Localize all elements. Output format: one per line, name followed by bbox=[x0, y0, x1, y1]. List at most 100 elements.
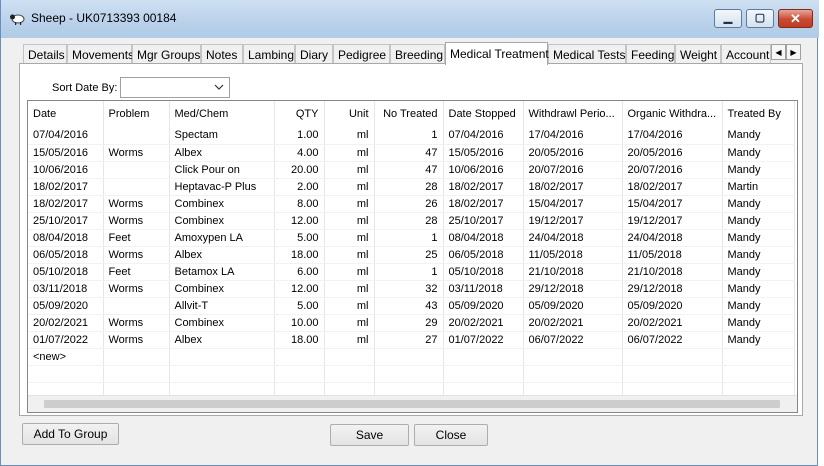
cell-problem[interactable]: Worms bbox=[103, 331, 170, 349]
cell-withdrawal-period[interactable]: 21/10/2018 bbox=[523, 263, 623, 281]
table-row[interactable]: 05/10/2018 Feet Betamox LA 6.00 ml 1 05/10/201… bbox=[28, 263, 795, 281]
tab-scroll-right-button[interactable]: ▶ bbox=[786, 44, 801, 60]
cell-qty[interactable]: 12.00 bbox=[274, 280, 325, 298]
cell-med-chem[interactable]: Combinex bbox=[169, 212, 275, 230]
table-row[interactable]: 05/09/2020 Allvit-T 5.00 ml 43 05/09/2020 05/0… bbox=[28, 297, 795, 315]
cell-problem[interactable] bbox=[103, 178, 170, 196]
cell-treated-by[interactable]: Mandy bbox=[722, 127, 795, 145]
cell-organic-withdrawal[interactable]: 19/12/2017 bbox=[622, 212, 723, 230]
cell-withdrawal-period[interactable]: 19/12/2017 bbox=[523, 212, 623, 230]
cell-med-chem[interactable]: Albex bbox=[169, 144, 275, 162]
cell-no-treated[interactable]: 43 bbox=[374, 297, 444, 315]
cell-unit[interactable]: ml bbox=[324, 263, 375, 281]
tab-lambing[interactable]: Lambing bbox=[243, 44, 295, 64]
tab-scroll-left-button[interactable]: ◀ bbox=[771, 44, 786, 60]
cell-treated-by[interactable]: Mandy bbox=[722, 161, 795, 179]
cell-date[interactable]: 20/02/2021 bbox=[28, 314, 104, 332]
cell-date-stopped[interactable]: 18/02/2017 bbox=[443, 195, 524, 213]
cell-organic-withdrawal[interactable]: 05/09/2020 bbox=[622, 297, 723, 315]
cell-qty[interactable]: 5.00 bbox=[274, 297, 325, 315]
cell-unit[interactable]: ml bbox=[324, 229, 375, 247]
cell-withdrawal-period[interactable]: 11/05/2018 bbox=[523, 246, 623, 264]
column-header-problem[interactable]: Problem bbox=[103, 101, 170, 127]
cell-organic-withdrawal[interactable]: 18/02/2017 bbox=[622, 178, 723, 196]
cell-med-chem[interactable]: Albex bbox=[169, 246, 275, 264]
cell-date[interactable]: 07/04/2016 bbox=[28, 127, 104, 145]
cell-withdrawal-period[interactable]: 20/05/2016 bbox=[523, 144, 623, 162]
tab-account[interactable]: Account bbox=[721, 44, 771, 64]
cell-organic-withdrawal[interactable]: 11/05/2018 bbox=[622, 246, 723, 264]
close-button[interactable]: Close bbox=[414, 424, 488, 446]
cell-problem[interactable]: Worms bbox=[103, 212, 170, 230]
cell-problem[interactable] bbox=[103, 297, 170, 315]
cell-organic-withdrawal[interactable]: 06/07/2022 bbox=[622, 331, 723, 349]
cell-unit[interactable]: ml bbox=[324, 246, 375, 264]
table-row[interactable]: 01/07/2022 Worms Albex 18.00 ml 27 01/07/2022 0… bbox=[28, 331, 795, 349]
cell-no-treated[interactable]: 1 bbox=[374, 127, 444, 145]
new-row-cell[interactable] bbox=[523, 348, 623, 366]
cell-problem[interactable]: Feet bbox=[103, 263, 170, 281]
new-row-cell[interactable] bbox=[443, 348, 524, 366]
horizontal-scrollbar[interactable] bbox=[28, 395, 797, 412]
cell-date[interactable]: 03/11/2018 bbox=[28, 280, 104, 298]
table-row[interactable]: 15/05/2016 Worms Albex 4.00 ml 47 15/05/2016 20… bbox=[28, 144, 795, 162]
cell-med-chem[interactable]: Spectam bbox=[169, 127, 275, 145]
cell-date-stopped[interactable]: 18/02/2017 bbox=[443, 178, 524, 196]
cell-problem[interactable] bbox=[103, 161, 170, 179]
new-row-cell[interactable] bbox=[324, 348, 375, 366]
cell-organic-withdrawal[interactable]: 20/02/2021 bbox=[622, 314, 723, 332]
cell-withdrawal-period[interactable]: 18/02/2017 bbox=[523, 178, 623, 196]
cell-organic-withdrawal[interactable]: 15/04/2017 bbox=[622, 195, 723, 213]
cell-date[interactable]: 10/06/2016 bbox=[28, 161, 104, 179]
table-row[interactable]: 10/06/2016 Click Pour on 20.00 ml 47 10/06/20… bbox=[28, 161, 795, 179]
column-header-date[interactable]: Date bbox=[28, 101, 104, 127]
cell-problem[interactable]: Worms bbox=[103, 195, 170, 213]
tab-medical-treatment[interactable]: Medical Treatment bbox=[445, 42, 549, 65]
cell-problem[interactable] bbox=[103, 127, 170, 145]
cell-qty[interactable]: 12.00 bbox=[274, 212, 325, 230]
cell-withdrawal-period[interactable]: 20/07/2016 bbox=[523, 161, 623, 179]
cell-treated-by[interactable]: Mandy bbox=[722, 297, 795, 315]
cell-date-stopped[interactable]: 05/09/2020 bbox=[443, 297, 524, 315]
new-row-cell[interactable] bbox=[374, 348, 444, 366]
cell-date-stopped[interactable]: 05/10/2018 bbox=[443, 263, 524, 281]
cell-problem[interactable]: Worms bbox=[103, 246, 170, 264]
new-row-cell[interactable] bbox=[274, 348, 325, 366]
table-row[interactable]: 03/11/2018 Worms Combinex 12.00 ml 32 03/11/20… bbox=[28, 280, 795, 298]
treatment-grid[interactable]: Date Problem Med/Chem QTY Unit No Treate… bbox=[27, 100, 798, 413]
cell-med-chem[interactable]: Heptavac-P Plus bbox=[169, 178, 275, 196]
new-row-cell[interactable] bbox=[103, 348, 170, 366]
table-row[interactable]: 06/05/2018 Worms Albex 18.00 ml 25 06/05/2018 1… bbox=[28, 246, 795, 264]
cell-unit[interactable]: ml bbox=[324, 331, 375, 349]
cell-withdrawal-period[interactable]: 24/04/2018 bbox=[523, 229, 623, 247]
cell-qty[interactable]: 5.00 bbox=[274, 229, 325, 247]
new-row[interactable]: <new> bbox=[28, 348, 795, 366]
cell-problem[interactable]: Worms bbox=[103, 280, 170, 298]
cell-treated-by[interactable]: Martin bbox=[722, 178, 795, 196]
cell-date-stopped[interactable]: 08/04/2018 bbox=[443, 229, 524, 247]
cell-qty[interactable]: 1.00 bbox=[274, 127, 325, 145]
cell-treated-by[interactable]: Mandy bbox=[722, 331, 795, 349]
new-row-cell[interactable] bbox=[722, 348, 795, 366]
column-header-organic-withdrawal[interactable]: Organic Withdra... bbox=[622, 101, 723, 127]
minimize-button[interactable]: ▁ bbox=[714, 9, 742, 28]
column-header-med-chem[interactable]: Med/Chem bbox=[169, 101, 275, 127]
cell-date[interactable]: 18/02/2017 bbox=[28, 178, 104, 196]
cell-unit[interactable]: ml bbox=[324, 127, 375, 145]
tab-movements[interactable]: Movements bbox=[67, 44, 134, 64]
cell-med-chem[interactable]: Combinex bbox=[169, 314, 275, 332]
cell-date[interactable]: 01/07/2022 bbox=[28, 331, 104, 349]
table-row[interactable]: 25/10/2017 Worms Combinex 12.00 ml 28 25/10/20… bbox=[28, 212, 795, 230]
cell-qty[interactable]: 2.00 bbox=[274, 178, 325, 196]
cell-withdrawal-period[interactable]: 05/09/2020 bbox=[523, 297, 623, 315]
table-row[interactable]: 18/02/2017 Heptavac-P Plus 2.00 ml 28 18/02/2… bbox=[28, 178, 795, 196]
tab-mgr-groups[interactable]: Mgr Groups bbox=[132, 44, 201, 64]
save-button[interactable]: Save bbox=[330, 424, 409, 446]
cell-organic-withdrawal[interactable]: 20/07/2016 bbox=[622, 161, 723, 179]
cell-date[interactable]: 15/05/2016 bbox=[28, 144, 104, 162]
cell-date-stopped[interactable]: 25/10/2017 bbox=[443, 212, 524, 230]
cell-treated-by[interactable]: Mandy bbox=[722, 195, 795, 213]
cell-date[interactable]: 18/02/2017 bbox=[28, 195, 104, 213]
new-row-label[interactable]: <new> bbox=[28, 348, 104, 366]
cell-treated-by[interactable]: Mandy bbox=[722, 212, 795, 230]
